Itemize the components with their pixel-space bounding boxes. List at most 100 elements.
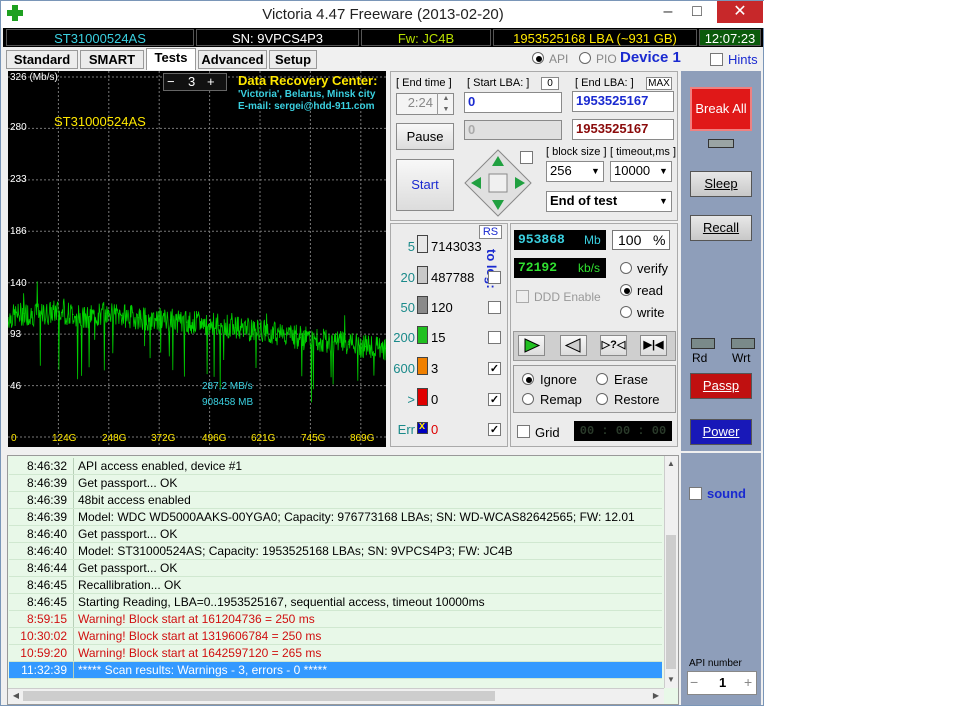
block-size-label: [ block size ] (546, 146, 607, 158)
speed-bucket-swatch (417, 388, 428, 406)
log-checkbox[interactable]: ✓ (488, 362, 501, 375)
tab-smart[interactable]: SMART (80, 50, 144, 69)
speed-series-line (8, 281, 386, 403)
restore-radio[interactable] (596, 393, 608, 405)
rd-indicator (691, 338, 715, 349)
zoom-minus-button[interactable]: − (167, 74, 175, 89)
tab-tests[interactable]: Tests (146, 48, 196, 70)
log-line[interactable]: 8:46:39 Model: WDC WD5000AAKS-00YGA0; Cap… (9, 509, 662, 526)
start-lba-input[interactable]: 0 (464, 92, 562, 113)
pause-button[interactable]: Pause (396, 123, 454, 150)
read-radio[interactable] (620, 284, 632, 296)
play-button[interactable] (518, 335, 545, 356)
break-all-button[interactable]: Break All (690, 87, 752, 131)
speed-data-point (299, 337, 301, 339)
chevron-down-icon: ▼ (591, 166, 600, 176)
log-line[interactable]: 8:46:44 Get passport... OK (9, 560, 662, 577)
log-line[interactable]: 11:32:39 ***** Scan results: Warnings - 3… (9, 662, 662, 679)
mb-unit: Mb (584, 233, 601, 247)
rs-button[interactable]: RS (479, 225, 502, 239)
kbs-unit: kb/s (578, 261, 601, 275)
start-button[interactable]: Start (396, 159, 454, 211)
speed-bucket-count: 0 (431, 392, 439, 407)
scroll-down-icon[interactable]: ▼ (664, 673, 678, 687)
log-separator (73, 492, 74, 508)
speed-graph: 326 (Mb/s) 280 233 186 140 93 46 0 124G … (8, 71, 386, 447)
hints-checkbox[interactable] (710, 53, 723, 66)
end-time-spinner[interactable]: ▲ ▼ (437, 93, 454, 115)
write-radio[interactable] (620, 306, 632, 318)
recall-button[interactable]: Recall (690, 215, 752, 241)
x-tick-label: 869G (350, 433, 375, 444)
end-lba-max-button[interactable]: MAX (646, 77, 672, 90)
log-separator (73, 577, 74, 593)
speed-bucket-count: 15 (431, 330, 446, 345)
log-checkbox[interactable]: ✓ (488, 393, 501, 406)
log-line[interactable]: 8:46:45 Recallibration... OK (9, 577, 662, 594)
api-plus-button[interactable]: + (744, 674, 752, 690)
tab-standard[interactable]: Standard (6, 50, 78, 69)
log-line[interactable]: 8:46:40 Model: ST31000524AS; Capacity: 19… (9, 543, 662, 560)
log-checkbox[interactable] (488, 331, 501, 344)
tab-setup[interactable]: Setup (269, 50, 317, 69)
pio-radio[interactable] (579, 52, 591, 64)
speed-data-point (8, 317, 9, 319)
log-line[interactable]: 8:46:45 Starting Reading, LBA=0..19535251… (9, 594, 662, 611)
read-label: read (637, 283, 664, 298)
log-line[interactable]: 8:59:15 Warning! Block start at 161204736… (9, 611, 662, 628)
end-button[interactable]: ▶|◀ (640, 335, 667, 356)
rewind-button[interactable] (560, 335, 587, 356)
log-line[interactable]: 8:46:39 48bit access enabled (9, 492, 662, 509)
skip-button[interactable]: ▷?◁ (600, 335, 627, 356)
scroll-left-icon[interactable]: ◀ (10, 689, 22, 703)
log-checkbox[interactable] (488, 271, 501, 284)
zoom-plus-button[interactable]: + (207, 74, 215, 89)
grid-label: Grid (535, 425, 560, 440)
log-line[interactable]: 10:59:20 Warning! Block start at 16425971… (9, 645, 662, 662)
api-minus-button[interactable]: − (690, 674, 698, 690)
speed-data-point (104, 312, 107, 314)
speed-data-point (121, 314, 123, 317)
ddd-enable-checkbox[interactable] (516, 290, 529, 303)
x-tick-label: 248G (102, 433, 127, 444)
sleep-button[interactable]: Sleep (690, 171, 752, 197)
sound-label: sound (707, 486, 746, 501)
ignore-radio[interactable] (522, 373, 534, 385)
remap-radio[interactable] (522, 393, 534, 405)
direction-checkbox[interactable] (520, 151, 533, 164)
end-lba-input[interactable]: 1953525167 (572, 91, 674, 112)
sound-checkbox[interactable] (689, 487, 702, 500)
log-line[interactable]: 8:46:32 API access enabled, device #1 (9, 458, 662, 475)
log-separator (73, 662, 74, 678)
start-lba-zero-button[interactable]: 0 (541, 77, 559, 90)
scroll-right-icon[interactable]: ▶ (650, 689, 662, 703)
grid-checkbox[interactable] (517, 425, 530, 438)
tab-advanced[interactable]: Advanced (198, 50, 267, 69)
verify-radio[interactable] (620, 262, 632, 274)
log-line[interactable]: 8:46:40 Get passport... OK (9, 526, 662, 543)
log-checkbox[interactable] (488, 301, 501, 314)
speed-bucket-swatch (417, 296, 428, 314)
power-button[interactable]: Power (690, 419, 752, 445)
speed-data-point (251, 329, 253, 331)
end-action-select[interactable]: End of test (546, 191, 672, 212)
log-time: 8:46:40 (26, 527, 67, 541)
passp-button[interactable]: Passp (690, 373, 752, 399)
log-checkbox[interactable]: ✓ (488, 423, 501, 436)
maximize-button[interactable]: □ (684, 1, 710, 23)
erase-radio[interactable] (596, 373, 608, 385)
speed-bucket-swatch (417, 266, 428, 284)
scroll-up-icon[interactable]: ▲ (664, 457, 678, 471)
app-window: Victoria 4.47 Freeware (2013-02-20) – □ … (0, 0, 765, 706)
speed-data-point (267, 331, 269, 333)
close-button[interactable]: ✕ (717, 1, 763, 23)
log-time: 8:46:39 (26, 476, 67, 490)
log-line[interactable]: 8:46:39 Get passport... OK (9, 475, 662, 492)
log-hscroll-thumb[interactable] (23, 691, 495, 701)
log-line[interactable]: 10:30:02 Warning! Block start at 13196067… (9, 628, 662, 645)
log-time: 8:46:40 (26, 544, 67, 558)
api-radio[interactable] (532, 52, 544, 64)
end-lba-label: [ End LBA: ] (575, 77, 634, 89)
log-scroll-thumb[interactable] (666, 535, 676, 669)
minimize-button[interactable]: – (655, 1, 681, 23)
